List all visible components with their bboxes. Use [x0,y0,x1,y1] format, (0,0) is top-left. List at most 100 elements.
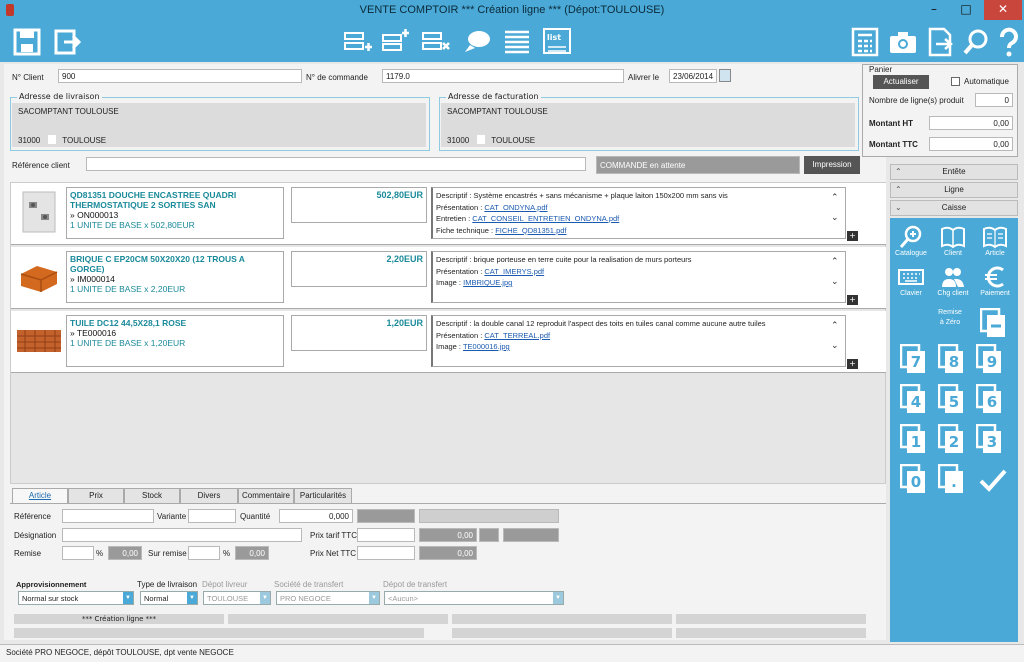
desc-link[interactable]: FICHE_QD81351.pdf [495,226,566,235]
key-5[interactable]: 5 [937,383,964,414]
desc-link[interactable]: TE000016.jpg [463,342,510,351]
reference-input[interactable] [62,509,154,523]
search-icon[interactable] [962,27,992,57]
product-unit: 1 UNITE DE BASE x 502,80EUR [70,220,195,230]
order-line[interactable]: BRIQUE C EP20CM 50X20X20 (12 TROUS A GOR… [11,247,886,309]
clear-key-icon[interactable] [979,307,1006,338]
tab-stock[interactable]: Stock [124,488,180,504]
key-1[interactable]: 1 [899,423,926,454]
basket-caption: Panier [869,65,893,74]
catalogue-button[interactable]: Catalogue [892,224,930,257]
maximize-button[interactable]: □ [952,0,980,20]
exit-icon[interactable] [52,27,82,57]
status-bar: Société PRO NEGOCE, dépôt TOULOUSE, dpt … [0,644,1024,662]
add-line-plus-icon[interactable] [380,27,410,57]
list-icon-label: list [547,33,562,42]
clavier-button[interactable]: Clavier [892,264,930,297]
comment-icon[interactable] [462,27,492,57]
societe-transfert-select[interactable]: PRO NEGOCE ▼ [276,591,380,605]
tab-prix[interactable]: Prix [68,488,124,504]
accordion-ligne[interactable]: ⌃ Ligne [890,182,1018,198]
expand-button[interactable]: + [847,231,858,241]
close-button[interactable]: ✕ [984,0,1022,20]
key-4[interactable]: 4 [899,383,926,414]
euro-icon [985,266,1004,288]
desc-link[interactable]: CAT_TERREAL.pdf [484,331,550,340]
desc-link[interactable]: CAT_CONSEIL_ENTRETIEN_ONDYNA.pdf [472,214,619,223]
chg-client-button[interactable]: Chg client [934,264,972,297]
add-line-icon[interactable] [342,27,372,57]
calculator-icon[interactable] [850,27,880,57]
product-description: Descriptif : brique porteuse en terre cu… [431,251,846,303]
validate-icon[interactable] [978,466,1008,496]
client-input[interactable]: 900 [58,69,302,83]
order-number-input[interactable]: 1179.0 [382,69,624,83]
delivery-date-input[interactable]: 23/06/2014 [669,69,717,83]
type-livraison-select[interactable]: Normal ▼ [140,591,198,605]
minimize-button[interactable]: – [920,0,948,20]
detail-tabs: Article Prix Stock Divers Commentaire Pa… [12,488,352,504]
desc-link[interactable]: IMBRIQUE.jpg [463,278,512,287]
prix-tarif-value: 0,00 [419,528,477,542]
accordion-caisse[interactable]: ⌄ Caisse [890,200,1018,216]
accordion-entete[interactable]: ⌃ Entête [890,164,1018,180]
delete-line-icon[interactable] [420,27,450,57]
prix-tarif-input[interactable] [357,528,415,542]
depot-livreur-select[interactable]: TOULOUSE ▼ [203,591,271,605]
key-9[interactable]: 9 [975,343,1002,374]
help-icon[interactable] [994,27,1024,57]
key-0[interactable]: 0 [899,463,926,494]
camera-icon[interactable] [888,27,918,57]
key-6[interactable]: 6 [975,383,1002,414]
depot-transfert-value: <Aucun> [388,594,419,603]
total-ttc-label: Montant TTC [869,140,918,149]
prix-net-input[interactable] [357,546,415,560]
save-icon[interactable] [12,27,42,57]
print-button[interactable]: Impression [804,156,860,174]
depot-transfert-select[interactable]: <Aucun> ▼ [384,591,564,605]
key-dot[interactable]: . [937,463,964,494]
key-7[interactable]: 7 [899,343,926,374]
type-livraison-value: Normal [144,594,169,603]
calendar-icon[interactable] [719,69,731,82]
tab-divers[interactable]: Divers [180,488,238,504]
expand-button[interactable]: + [847,295,858,305]
creation-text: *** Création ligne *** [81,615,157,623]
prix-net-value: 0,00 [419,546,477,560]
order-line[interactable]: QD81351 DOUCHE ENCASTREE QUADRI THERMOST… [11,183,886,245]
info-strip [676,614,866,624]
variante-input[interactable] [188,509,236,523]
scroll-arrows-icon[interactable]: ⌃ ⌄ [831,257,843,287]
remise-input[interactable] [62,546,94,560]
ref-client-input[interactable] [86,157,586,171]
client-button[interactable]: Client [934,224,972,257]
expand-button[interactable]: + [847,359,858,369]
desc-link[interactable]: CAT_IMERYS.pdf [484,267,544,276]
product-box: TUILE DC12 44,5X28,1 ROSE » TE000016 1 U… [66,315,284,367]
key-3[interactable]: 3 [975,423,1002,454]
article-label: Article [985,250,1005,257]
tab-particularites[interactable]: Particularités [294,488,352,504]
key-label: 6 [986,393,998,411]
paiement-button[interactable]: Paiement [976,264,1014,297]
designation-input[interactable] [62,528,302,542]
quantite-input[interactable]: 0,000 [279,509,353,523]
list-lines-icon[interactable] [502,27,532,57]
scroll-arrows-icon[interactable]: ⌃ ⌄ [831,193,843,223]
key-2[interactable]: 2 [937,423,964,454]
article-button[interactable]: Article [976,224,1014,257]
tab-commentaire[interactable]: Commentaire [238,488,294,504]
scroll-arrows-icon[interactable]: ⌃ ⌄ [831,321,843,351]
tab-article[interactable]: Article [12,488,68,504]
list-icon[interactable]: list [542,27,572,57]
auto-checkbox[interactable] [951,77,960,86]
appro-select[interactable]: Normal sur stock ▼ [18,591,134,605]
order-line[interactable]: TUILE DC12 44,5X28,1 ROSE » TE000016 1 U… [11,311,886,373]
export-icon[interactable] [926,27,956,57]
sur-remise-input[interactable] [188,546,220,560]
depot-livreur-label: Dépot livreur [202,580,248,589]
refresh-button[interactable]: Actualiser [873,75,929,89]
key-8[interactable]: 8 [937,343,964,374]
desc-link[interactable]: CAT_ONDYNA.pdf [484,203,547,212]
chevron-down-icon: ▼ [260,592,270,604]
